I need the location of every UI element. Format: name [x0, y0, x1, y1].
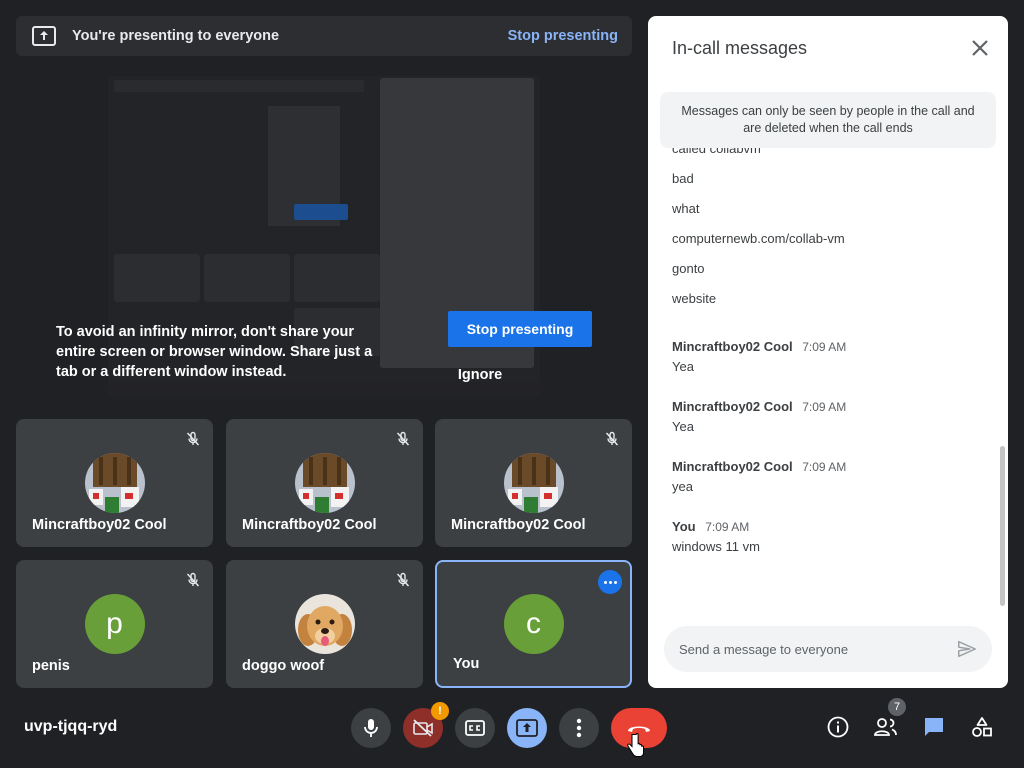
chat-icon [925, 718, 943, 736]
mic-off-icon [605, 431, 619, 446]
letter-avatar: p [84, 594, 145, 654]
chat-message: Mincraftboy02 Cool 7:09 AM Yea [672, 398, 982, 436]
message-time: 7:09 AM [802, 400, 847, 414]
people-button[interactable]: 7 [873, 698, 906, 740]
activities-shapes-icon [972, 717, 992, 737]
people-count-badge: 7 [888, 698, 906, 716]
presenting-banner: You're presenting to everyone Stop prese… [16, 16, 632, 56]
dog-avatar-image [294, 594, 355, 654]
chat-message-text: what [672, 201, 700, 216]
minecraft-avatar-image [294, 453, 355, 513]
close-icon[interactable] [970, 38, 990, 58]
presentation-preview: To avoid an infinity mirror, don't share… [16, 64, 632, 412]
participant-tile[interactable]: p penis [16, 560, 213, 688]
chat-message-text: gonto [672, 261, 705, 276]
chat-message: Mincraftboy02 Cool 7:09 AM yea [672, 458, 982, 496]
microphone-icon [364, 719, 378, 737]
minecraft-avatar-image [503, 453, 564, 513]
participant-name: Mincraftboy02 Cool [242, 517, 377, 533]
mouse-pointer-hand-icon [627, 733, 644, 757]
participant-name: penis [32, 658, 70, 674]
participant-tile[interactable]: Mincraftboy02 Cool [226, 419, 423, 547]
chat-message-list[interactable]: called collabvm bad what computernewb.co… [648, 148, 998, 618]
present-screen-icon [516, 719, 538, 737]
participant-name: Mincraftboy02 Cool [451, 517, 586, 533]
message-text: Yea [672, 419, 694, 434]
activities-button[interactable] [969, 714, 995, 740]
chat-message: Mincraftboy02 Cool 7:09 AM Yea [672, 338, 982, 376]
meeting-code: uvp-tjqq-ryd [24, 718, 118, 735]
info-icon [827, 716, 849, 738]
chat-message-text: called collabvm [672, 148, 761, 156]
mic-off-icon [186, 572, 200, 587]
message-text: Yea [672, 359, 694, 374]
presenting-status-text: You're presenting to everyone [72, 28, 280, 44]
message-sender: Mincraftboy02 Cool [672, 459, 793, 474]
participant-tile[interactable]: Mincraftboy02 Cool [435, 419, 632, 547]
present-now-button[interactable] [507, 708, 547, 748]
in-call-messages-panel: In-call messages Messages can only be se… [648, 16, 1008, 688]
captions-button[interactable] [455, 708, 495, 748]
minecraft-avatar-image [84, 453, 145, 513]
message-time: 7:09 AM [802, 340, 847, 354]
participant-tile-self[interactable]: c You [435, 560, 632, 688]
letter-avatar: c [503, 594, 564, 654]
mic-off-icon [186, 431, 200, 446]
message-time: 7:09 AM [705, 520, 750, 534]
message-composer [664, 626, 992, 672]
chat-message-text: bad [672, 171, 694, 186]
microphone-button[interactable] [351, 708, 391, 748]
participant-tile[interactable]: Mincraftboy02 Cool [16, 419, 213, 547]
message-text: yea [672, 479, 693, 494]
stop-presenting-link[interactable]: Stop presenting [508, 28, 618, 44]
message-input[interactable] [664, 641, 956, 657]
message-time: 7:09 AM [802, 460, 847, 474]
participant-name: You [453, 656, 480, 672]
chat-scrollbar[interactable] [1000, 446, 1005, 606]
present-screen-icon [32, 26, 56, 46]
mic-off-icon [396, 572, 410, 587]
panel-title: In-call messages [672, 38, 808, 58]
message-sender: You [672, 519, 696, 534]
camera-warning-badge: ! [431, 702, 449, 720]
chat-message-text: computernewb.com/collab-vm [672, 231, 845, 246]
message-sender: Mincraftboy02 Cool [672, 339, 793, 354]
mic-off-icon [396, 431, 410, 446]
infinity-mirror-warning: To avoid an infinity mirror, don't share… [56, 324, 373, 380]
message-text: windows 11 vm [672, 539, 760, 554]
meeting-details-button[interactable] [825, 714, 851, 740]
ignore-button[interactable]: Ignore [452, 367, 508, 383]
message-sender: Mincraftboy02 Cool [672, 399, 793, 414]
chat-button[interactable] [921, 714, 947, 740]
chat-message-text: website [672, 291, 717, 306]
messages-notice: Messages can only be seen by people in t… [660, 92, 996, 148]
people-icon [874, 718, 897, 736]
participant-name: doggo woof [242, 658, 325, 674]
send-icon[interactable] [956, 638, 978, 660]
tile-more-options-button[interactable] [598, 570, 622, 594]
camera-off-icon [413, 719, 433, 737]
chat-message: You 7:09 AM windows 11 vm [672, 518, 982, 556]
camera-button[interactable]: ! [403, 702, 449, 748]
stop-presenting-button[interactable]: Stop presenting [448, 311, 592, 347]
captions-icon [465, 720, 485, 736]
participant-name: Mincraftboy02 Cool [32, 517, 167, 533]
more-options-button[interactable] [559, 708, 599, 748]
more-vertical-icon [576, 718, 582, 738]
participant-tile[interactable]: doggo woof [226, 560, 423, 688]
